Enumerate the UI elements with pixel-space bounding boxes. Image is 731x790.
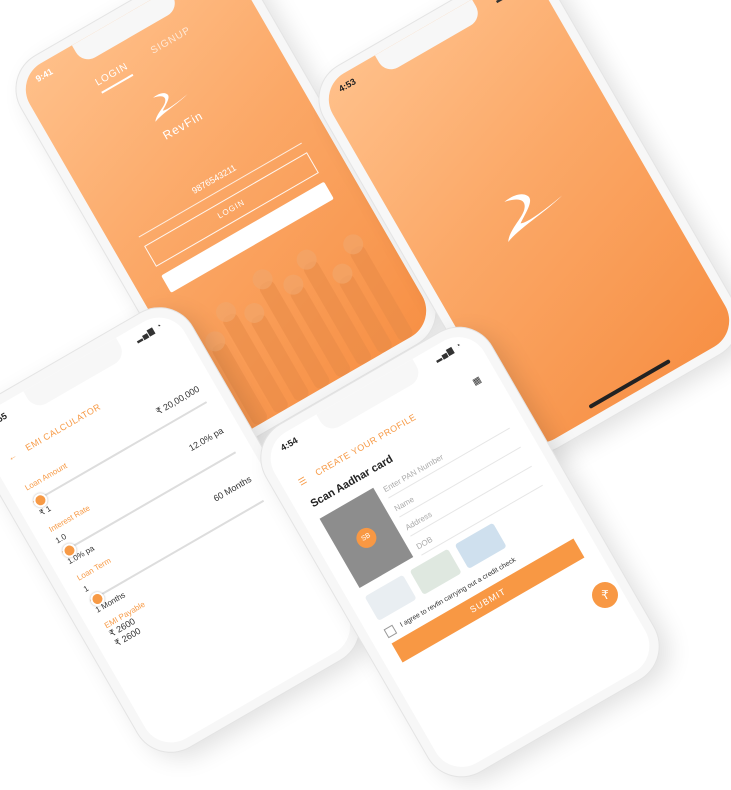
status-time: 4:53 <box>336 76 358 94</box>
home-indicator <box>588 359 671 409</box>
consent-checkbox[interactable] <box>383 624 398 639</box>
rupee-fab-button[interactable]: ₹ <box>592 582 618 608</box>
revfin-logo-icon <box>504 194 563 243</box>
back-icon[interactable]: ← <box>6 450 19 463</box>
menu-icon[interactable]: ☰ <box>297 475 309 488</box>
avatar: SB <box>352 524 381 552</box>
status-time: 9:41 <box>33 66 55 84</box>
notch <box>374 0 484 75</box>
tab-login[interactable]: LOGIN <box>93 60 134 94</box>
tab-signup[interactable]: SIGNUP <box>149 25 195 60</box>
qr-icon[interactable]: ▦ <box>468 369 487 393</box>
status-time: 4:55 <box>0 410 9 429</box>
signal-icon: ▂▄▆ ◔ <box>133 320 165 344</box>
signal-icon: ▂▄▆ ◔ <box>493 0 524 3</box>
status-time: 4:54 <box>278 435 300 453</box>
signal-icon: ▂▄▆ ◔ <box>432 340 464 363</box>
loan-amount-label: Loan Amount <box>23 461 69 493</box>
loan-amount-value: ₹ 20,00,000 <box>154 383 202 417</box>
